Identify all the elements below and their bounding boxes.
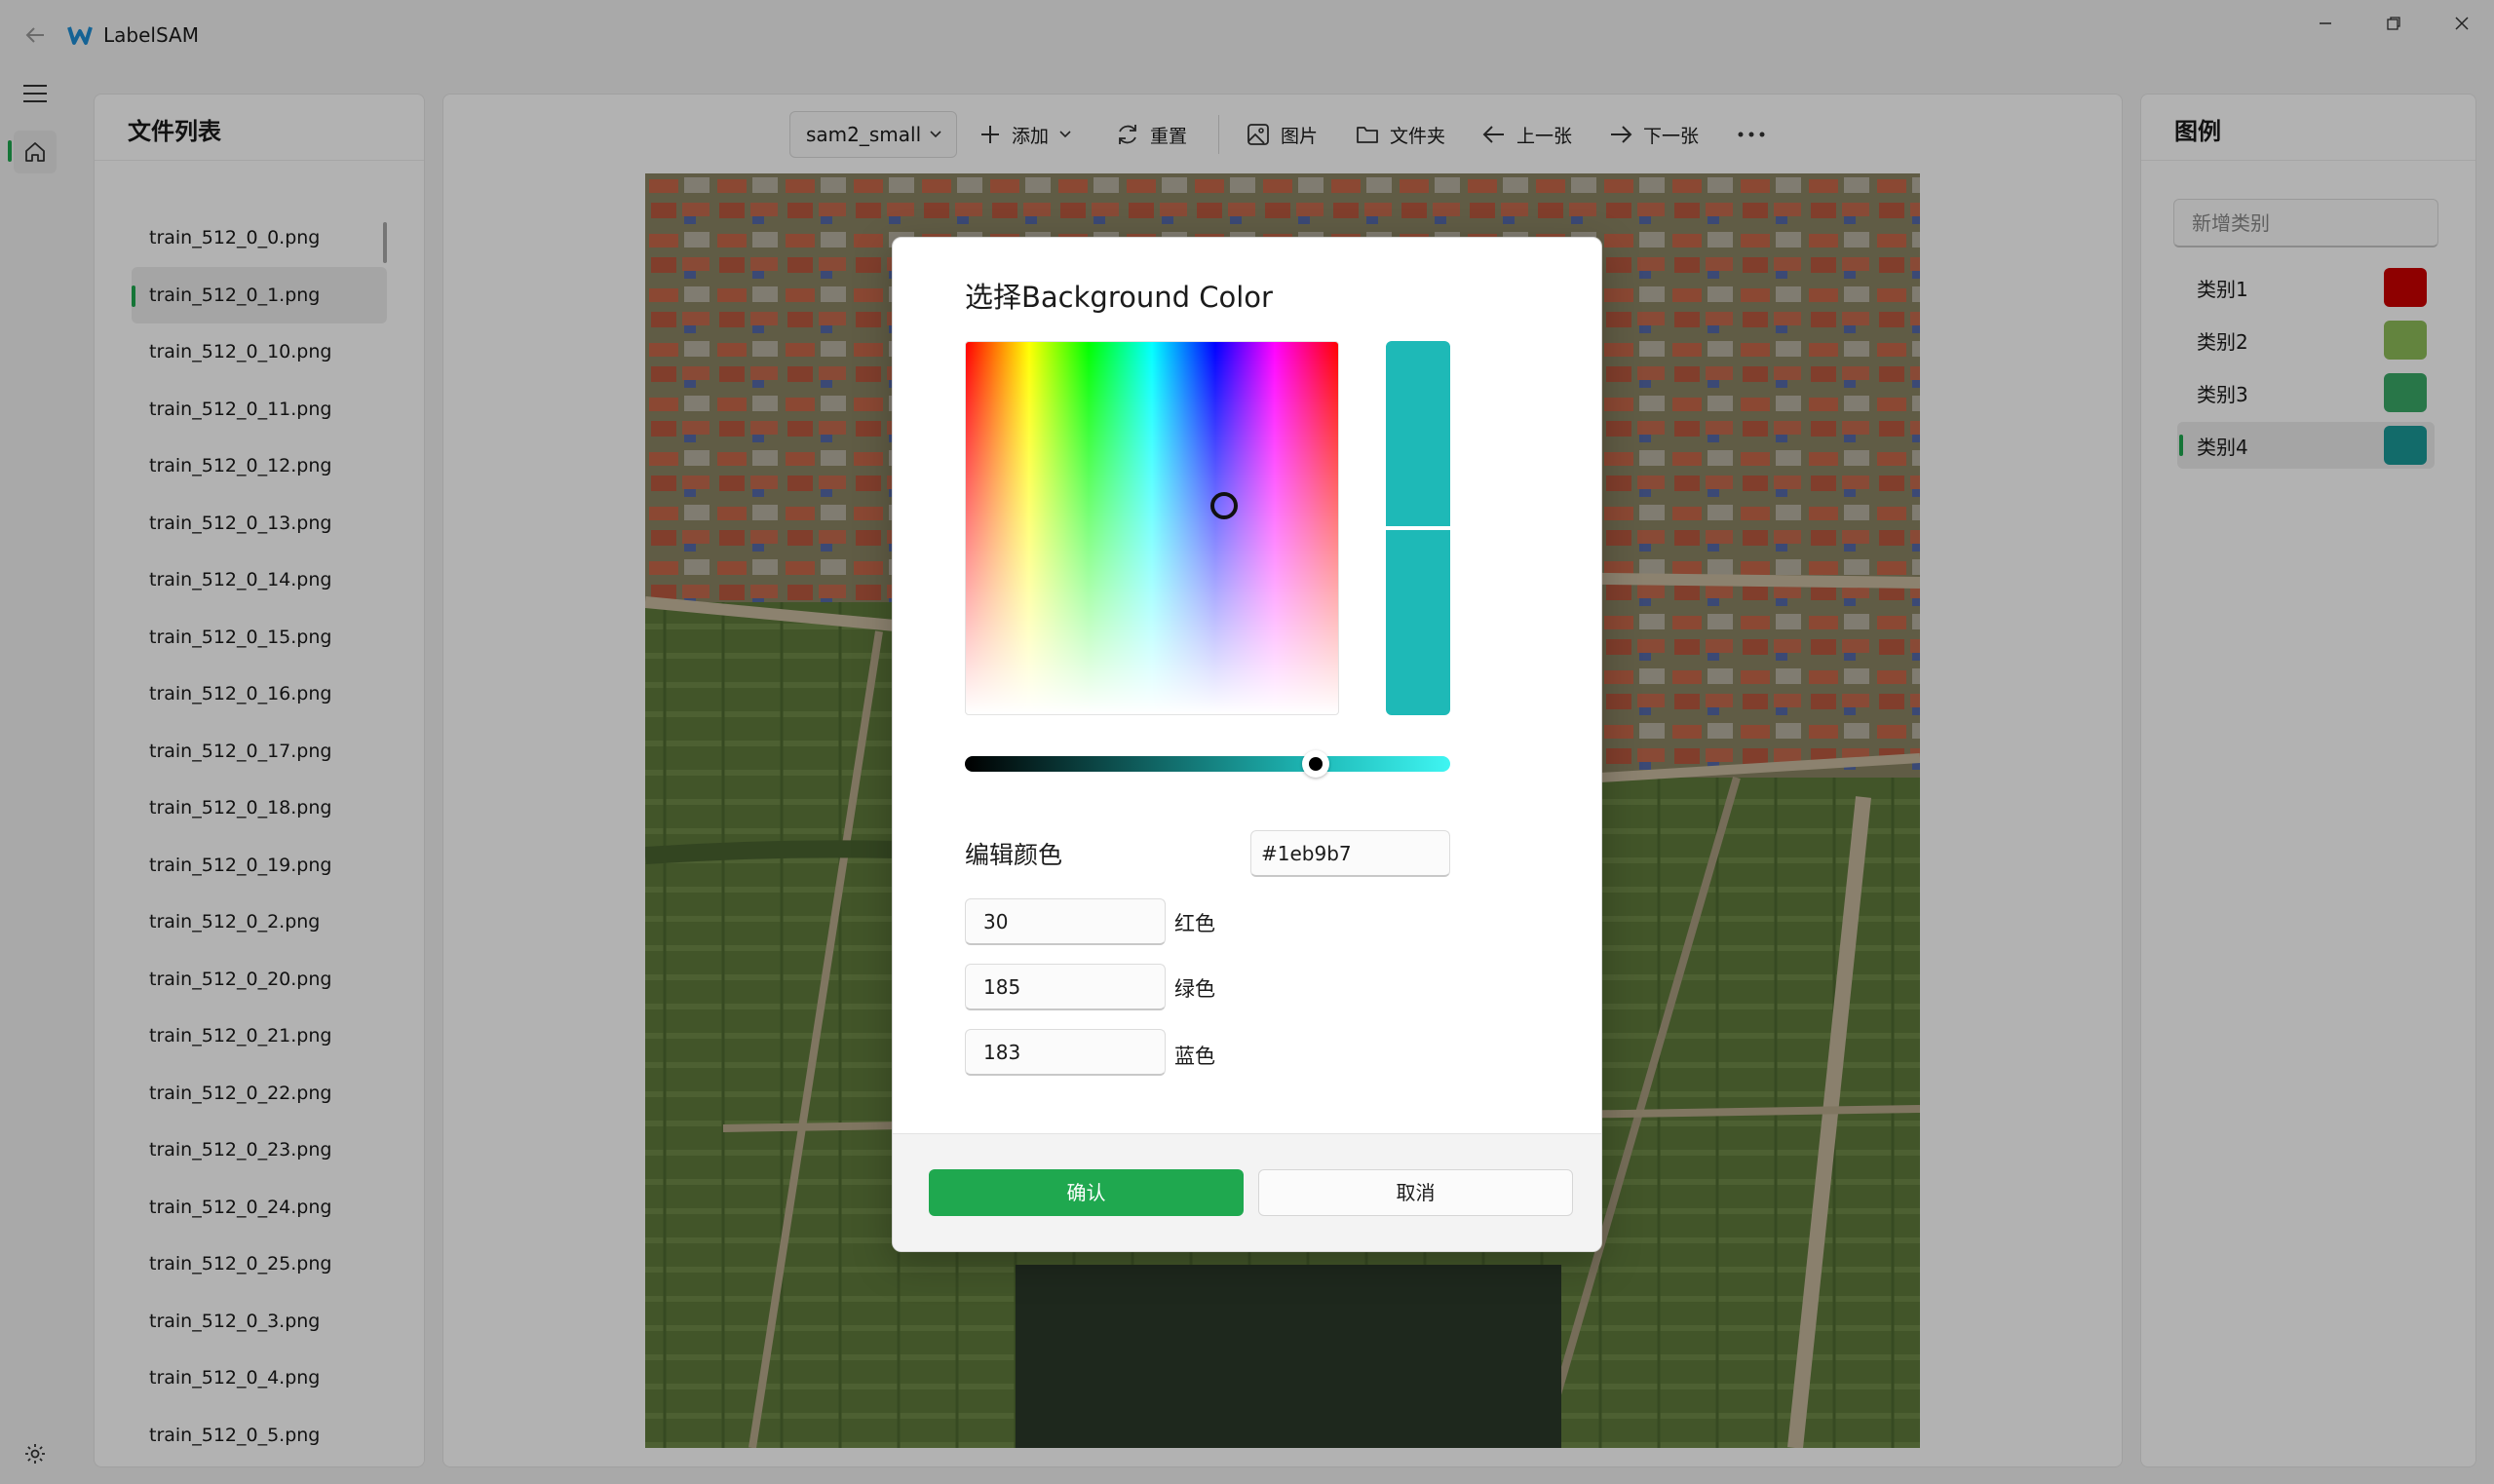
blue-input[interactable]: 183 (965, 1029, 1166, 1076)
dialog-title: 选择Background Color (965, 281, 1273, 314)
spectrum-handle[interactable] (1210, 492, 1238, 519)
hex-prefix: # (1261, 842, 1278, 865)
green-label: 绿色 (1174, 977, 1215, 1001)
edit-color-label: 编辑颜色 (965, 841, 1063, 869)
blue-label: 蓝色 (1174, 1045, 1215, 1068)
color-picker-dialog: 选择Background Color 编辑颜色 #1eb9b7 30 红色 18… (892, 237, 1602, 1252)
color-preview-old (1386, 530, 1450, 715)
color-preview-new (1386, 341, 1450, 526)
color-spectrum[interactable] (965, 341, 1339, 715)
confirm-button[interactable]: 确认 (929, 1169, 1244, 1216)
hex-value: 1eb9b7 (1277, 842, 1352, 865)
brightness-slider-thumb[interactable] (1302, 750, 1329, 778)
cancel-button[interactable]: 取消 (1258, 1169, 1573, 1216)
green-input[interactable]: 185 (965, 964, 1166, 1010)
dialog-footer: 确认 取消 (893, 1133, 1601, 1251)
red-input[interactable]: 30 (965, 898, 1166, 945)
red-label: 红色 (1174, 912, 1215, 935)
brightness-slider[interactable] (965, 756, 1450, 772)
hex-input[interactable]: #1eb9b7 (1250, 830, 1450, 877)
